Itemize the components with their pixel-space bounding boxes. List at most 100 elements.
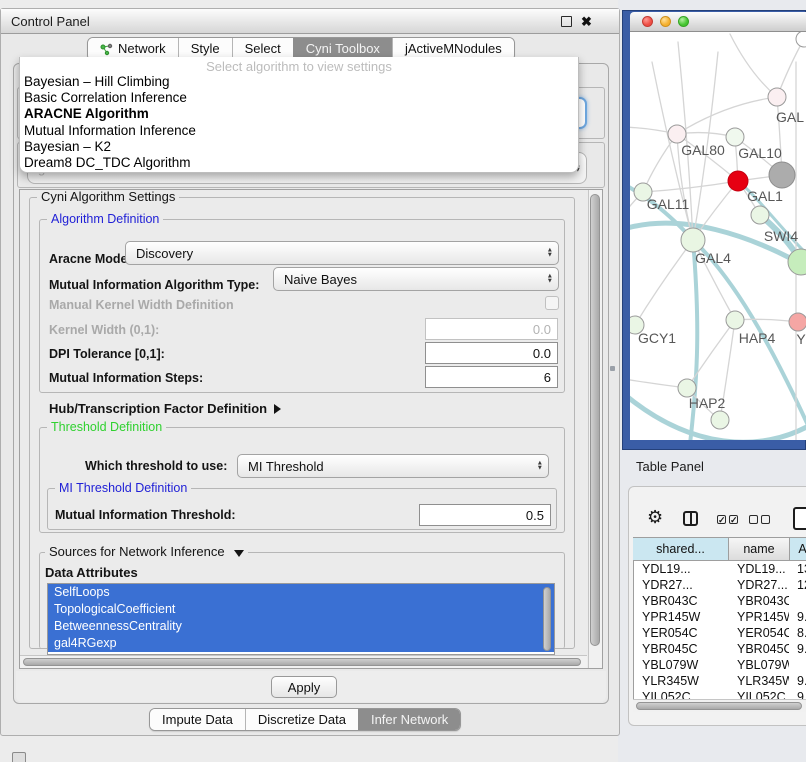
mac-zoom-button[interactable] (678, 16, 689, 27)
data-attributes-list[interactable]: SelfLoopsTopologicalCoefficientBetweenne… (47, 583, 555, 655)
kernel-width-field[interactable]: 0.0 (425, 318, 558, 340)
network-node-y[interactable] (789, 313, 806, 331)
table-cell (789, 657, 806, 673)
mi-steps-field[interactable]: 6 (425, 366, 558, 388)
network-edge[interactable] (687, 320, 735, 388)
network-node-gal4[interactable] (681, 228, 705, 252)
network-node[interactable] (769, 162, 795, 188)
network-edge[interactable] (677, 97, 777, 134)
data-attribute-item[interactable]: BetweennessCentrality (48, 618, 554, 635)
select-all-check-icon-2[interactable]: ✓ (729, 515, 738, 524)
column-header-shared-[interactable]: shared... (633, 537, 729, 561)
settings-vertical-scrollbar-thumb[interactable] (590, 194, 600, 646)
table-row[interactable]: YER054CYER054C8. (634, 625, 806, 641)
network-node-gal80[interactable] (668, 125, 686, 143)
network-node-label: HAP4 (739, 330, 776, 346)
algorithm-option[interactable]: Bayesian – K2 (20, 139, 578, 155)
hub-definition-section[interactable]: Hub/Transcription Factor Definition (49, 400, 281, 417)
data-attribute-item[interactable]: TopologicalCoefficient (48, 601, 554, 618)
table-row[interactable]: YDR27...YDR27...12 (634, 577, 806, 593)
network-node-hap4[interactable] (726, 311, 744, 329)
mi-threshold-label: Mutual Information Threshold: (55, 504, 236, 526)
settings-horizontal-scrollbar-thumb[interactable] (23, 658, 581, 666)
table-settings-gear-icon[interactable]: ⚙ (647, 508, 663, 526)
settings-horizontal-scrollbar[interactable] (20, 655, 587, 668)
apply-button[interactable]: Apply (271, 676, 337, 698)
algorithm-option[interactable]: Bayesian – Hill Climbing (20, 74, 578, 90)
table-cell: YLR345W (634, 673, 729, 689)
panel-grip-icon[interactable] (12, 752, 26, 762)
table-cell: YBR043C (634, 593, 729, 609)
deselect-all-icon[interactable] (749, 515, 758, 524)
network-node-gal1[interactable] (728, 171, 748, 191)
float-window-icon[interactable] (561, 16, 572, 27)
network-edge[interactable] (730, 34, 777, 97)
table-row[interactable]: YBL079WYBL079W (634, 657, 806, 673)
data-attribute-item[interactable]: SelfLoops (48, 584, 554, 601)
mi-threshold-field[interactable]: 0.5 (419, 504, 551, 526)
control-panel-window: Control Panel ✖ NetworkStyleSelectCyni T… (0, 8, 620, 736)
network-node[interactable] (711, 411, 729, 429)
table-row[interactable]: YLR345WYLR345W9. (634, 673, 806, 689)
network-graph: GALGAL80GAL10GAL1GAL11SWI4GAL4GCY1HAP4YH… (630, 32, 806, 440)
splitter-handle[interactable] (610, 366, 615, 371)
tab-impute-data[interactable]: Impute Data (150, 709, 245, 730)
algorithm-option[interactable]: Dream8 DC_TDC Algorithm (20, 155, 578, 171)
table-cell: YIL052C (729, 689, 789, 699)
kernel-width-value: 0.0 (533, 322, 551, 337)
select-all-check-icon[interactable]: ✓ (717, 515, 726, 524)
network-node-gal[interactable] (768, 88, 786, 106)
sources-title-row[interactable]: Sources for Network Inference (45, 545, 248, 559)
network-node[interactable] (788, 249, 806, 275)
dpi-tolerance-field[interactable]: 0.0 (425, 342, 558, 364)
table-row[interactable]: YBR043CYBR043C (634, 593, 806, 609)
network-window-titlebar[interactable] (630, 12, 806, 32)
network-edge[interactable] (635, 240, 693, 325)
network-node-label: GAL (776, 109, 804, 125)
table-row[interactable]: YBR045CYBR045C9. (634, 641, 806, 657)
column-header-name[interactable]: name (729, 537, 790, 561)
mac-close-button[interactable] (642, 16, 653, 27)
algorithm-option[interactable]: Mutual Information Inference (20, 123, 578, 139)
table-horizontal-scrollbar[interactable] (633, 699, 806, 712)
stepper-icon: ▲▼ (547, 275, 553, 284)
which-threshold-combo[interactable]: MI Threshold ▲▼ (237, 454, 549, 478)
column-header-a[interactable]: A (790, 537, 806, 561)
settings-vertical-scrollbar[interactable] (588, 190, 602, 668)
network-node-swi4[interactable] (751, 206, 769, 224)
tab-discretize-data[interactable]: Discretize Data (245, 709, 358, 730)
table-row[interactable]: YIL052CYIL052C9 (634, 689, 806, 699)
split-columns-icon[interactable] (683, 511, 698, 526)
data-attributes-items: SelfLoopsTopologicalCoefficientBetweenne… (48, 584, 554, 652)
mi-algorithm-type-combo[interactable]: Naive Bayes ▲▼ (273, 267, 559, 291)
manual-kernel-width-checkbox[interactable] (545, 296, 559, 310)
collapse-arrow-icon[interactable] (234, 550, 244, 557)
aracne-mode-combo[interactable]: Discovery ▲▼ (125, 241, 559, 265)
deselect-all-icon-2[interactable] (761, 515, 770, 524)
network-edge[interactable] (643, 134, 677, 192)
aracne-mode-value: Discovery (136, 242, 193, 264)
table-horizontal-scrollbar-thumb[interactable] (636, 702, 802, 710)
document-icon[interactable] (793, 507, 806, 530)
network-edge[interactable] (777, 39, 804, 97)
data-attribute-item[interactable]: gal4RGexp (48, 635, 554, 652)
network-node-gal10[interactable] (726, 128, 744, 146)
mac-minimize-button[interactable] (660, 16, 671, 27)
expand-arrow-icon[interactable] (274, 404, 281, 414)
network-node-label: GAL10 (738, 145, 782, 161)
network-node[interactable] (796, 32, 806, 47)
table-cell: YDL19... (729, 561, 789, 577)
control-panel-titlebar[interactable]: Control Panel ✖ (1, 9, 619, 34)
algorithm-popup-hint: Select algorithm to view settings (20, 59, 578, 74)
stepper-icon: ▲▼ (547, 249, 553, 258)
tab-infer-network[interactable]: Infer Network (358, 709, 460, 730)
table-row[interactable]: YPR145WYPR145W9. (634, 609, 806, 625)
algorithm-option[interactable]: ARACNE Algorithm (20, 106, 578, 122)
network-canvas[interactable]: GALGAL80GAL10GAL1GAL11SWI4GAL4GCY1HAP4YH… (630, 32, 806, 440)
mi-algorithm-type-value: Naive Bayes (284, 268, 357, 290)
algorithm-option[interactable]: Basic Correlation Inference (20, 90, 578, 106)
close-icon[interactable]: ✖ (581, 16, 592, 28)
attributes-scrollbar-thumb[interactable] (543, 587, 551, 651)
table-row[interactable]: YDL19...YDL19...13 (634, 561, 806, 577)
table-cell: YER054C (729, 625, 789, 641)
